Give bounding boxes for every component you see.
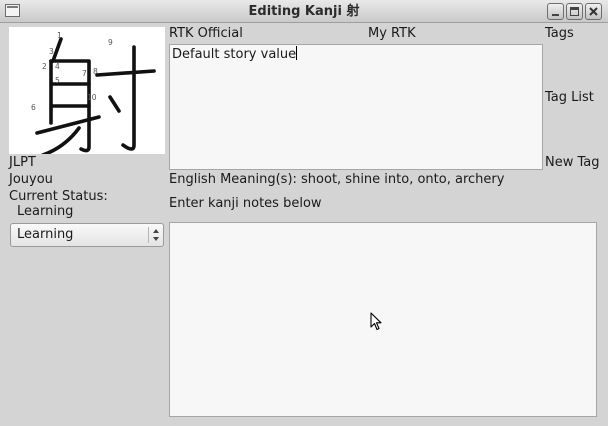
stroke-number: 8 (93, 67, 98, 76)
title-bar[interactable]: Editing Kanji 射 (0, 0, 608, 23)
select-divider (148, 227, 149, 243)
jouyou-label: Jouyou (9, 172, 53, 187)
story-text: Default story value (172, 47, 297, 62)
new-tag-button[interactable]: New Tag (545, 155, 600, 171)
stroke-number: 3 (49, 47, 54, 56)
jlpt-label: JLPT (9, 155, 36, 170)
tag-list[interactable]: Tag List (545, 90, 594, 106)
stroke-number: 6 (31, 103, 36, 112)
tab-my-rtk[interactable]: My RTK (368, 26, 416, 42)
story-textbox[interactable]: Default story value (169, 44, 543, 170)
status-select[interactable]: Learning (10, 223, 164, 247)
stroke-number: 4 (55, 62, 60, 71)
tab-rtk-official[interactable]: RTK Official (169, 26, 243, 42)
stroke-numbers: 1 2 3 4 5 6 7 8 9 10 (31, 31, 113, 112)
stroke-number: 1 (57, 31, 62, 40)
maximize-button[interactable] (566, 3, 583, 20)
minimize-button[interactable] (547, 3, 564, 20)
status-select-value: Learning (17, 227, 74, 242)
stroke-number: 9 (108, 38, 113, 47)
text-caret (296, 46, 298, 60)
stroke-number: 2 (42, 62, 47, 71)
stroke-number: 5 (55, 76, 60, 85)
window-title: Editing Kanji 射 (248, 4, 360, 19)
mouse-cursor-icon (370, 312, 382, 331)
up-down-arrows-icon (153, 229, 159, 241)
close-icon (589, 7, 598, 16)
current-status-label: Current Status: (9, 189, 108, 204)
close-button[interactable] (585, 3, 602, 20)
stroke-number: 10 (87, 93, 97, 102)
current-status-value: Learning (17, 204, 74, 219)
english-meaning: English Meaning(s): shoot, shine into, o… (169, 172, 505, 187)
kanji-stroke-image: 1 2 3 4 5 6 7 8 9 10 (9, 27, 165, 157)
tags-label: Tags (545, 26, 574, 41)
stroke-number: 7 (82, 69, 87, 78)
notes-prompt: Enter kanji notes below (169, 196, 322, 211)
